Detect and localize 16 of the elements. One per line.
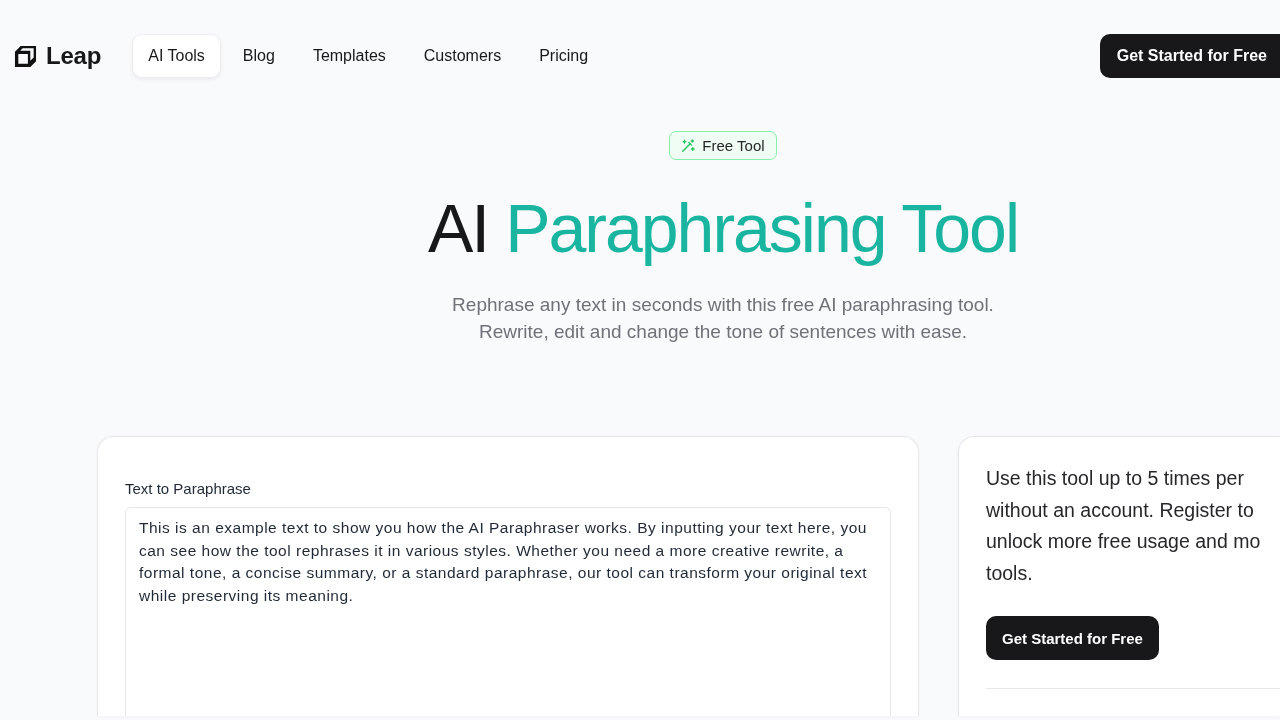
nav-link[interactable]: Customers — [407, 34, 518, 78]
nav-link[interactable]: Blog — [226, 34, 291, 78]
badge-label: Free Tool — [702, 137, 765, 154]
nav-link[interactable]: Pricing — [523, 34, 605, 78]
get-started-button[interactable]: Get Started for Free — [1099, 34, 1280, 78]
nav-link[interactable]: Templates — [296, 34, 402, 78]
usage-text: Use this tool up to 5 times per without an account. Register to unlock more free usage and mo tools. — [986, 466, 1261, 586]
logo-text: Leap — [46, 42, 102, 70]
nav-link[interactable]: AI Tools — [132, 34, 221, 78]
page-subtitle: Rephrase any text in seconds with this free AI paraphrasing tool. Rewrite, edit and change the tone of sentences with ease. — [451, 293, 995, 344]
get-started-button[interactable]: Get Started for Free — [986, 616, 1159, 660]
magic-wand-icon — [681, 138, 696, 153]
field-label: Text to Paraphrase — [125, 479, 251, 499]
text-input-field[interactable]: This is an example text to show you how the AI Paraphraser works. By inputting your text here, you can see how the tool rephrases it in various styles. Whether you need a more creative rewrite, a formal tone, a concise summary, or a standard paraphrase, our tool can transform your original text while preserving its meaning. — [125, 507, 891, 716]
page-title: AI Paraphrasing Tool — [427, 189, 1018, 268]
logo-icon — [14, 44, 37, 68]
